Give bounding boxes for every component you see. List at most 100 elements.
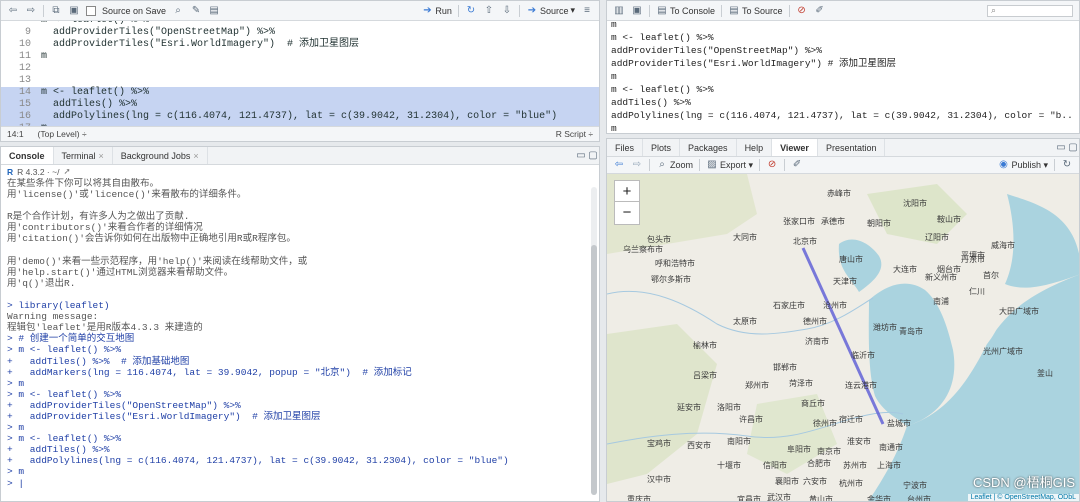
back-arrow-icon[interactable]: ⇦ bbox=[7, 5, 19, 17]
map-city-label: 宁波市 bbox=[903, 481, 927, 490]
history-entry[interactable]: m <- leaflet() %>% bbox=[611, 31, 1075, 44]
code-editor[interactable]: m <- leaflet() %>% 9 addProviderTiles("Op… bbox=[1, 21, 599, 129]
toolbar-divider bbox=[43, 4, 44, 17]
history-entry[interactable]: m bbox=[611, 18, 1075, 31]
history-entry[interactable]: addProviderTiles("Esri.WorldImagery") # … bbox=[611, 57, 1075, 70]
compile-report-icon[interactable]: ▤ bbox=[208, 5, 220, 17]
wand-icon[interactable]: ✎ bbox=[190, 5, 202, 17]
history-search-input[interactable]: ⌕ bbox=[987, 4, 1073, 17]
down-icon[interactable]: ⇩ bbox=[501, 5, 513, 17]
re-run-icon[interactable]: ↻ bbox=[465, 5, 477, 17]
map-city-label: 盐城市 bbox=[887, 419, 911, 428]
source-on-save-checkbox[interactable] bbox=[86, 5, 96, 16]
export-label: Export ▾ bbox=[720, 159, 754, 170]
console-line: Warning message: bbox=[7, 311, 99, 323]
back-arrow-icon[interactable]: ⇦ bbox=[613, 159, 625, 171]
close-icon[interactable]: × bbox=[193, 151, 198, 161]
tab-packages[interactable]: Packages bbox=[680, 139, 737, 156]
code-line[interactable]: 11 m bbox=[1, 51, 599, 63]
tab-help[interactable]: Help bbox=[737, 139, 773, 156]
forward-arrow-icon[interactable]: ⇨ bbox=[631, 159, 643, 171]
source-button[interactable]: ➔ Source ▾ bbox=[526, 5, 575, 17]
console-line: > # 创建一个简单的交互地图 bbox=[7, 333, 135, 345]
history-entry[interactable]: addPolylines(lng = c(116.4074, 121.4737)… bbox=[611, 109, 1075, 122]
map-city-label: 襄阳市 bbox=[775, 477, 799, 486]
code-line[interactable]: 14 m <- leaflet() %>% bbox=[1, 87, 599, 99]
map-city-label: 黄山市 bbox=[809, 495, 833, 501]
tab-terminal[interactable]: Terminal × bbox=[54, 147, 113, 164]
map-city-label: 台州市 bbox=[907, 495, 931, 501]
console-scroll-thumb[interactable] bbox=[591, 245, 597, 495]
code-line[interactable]: 10 addProviderTiles("Esri.WorldImagery")… bbox=[1, 39, 599, 51]
publish-button[interactable]: ◉ Publish ▾ bbox=[997, 159, 1048, 171]
save-history-icon[interactable]: ▣ bbox=[631, 5, 643, 17]
tab-viewer[interactable]: Viewer bbox=[772, 139, 818, 156]
history-entry[interactable]: m bbox=[611, 122, 1075, 133]
zoom-button[interactable]: ⌕ Zoom bbox=[656, 159, 693, 171]
refresh-icon[interactable]: ↻ bbox=[1061, 159, 1073, 171]
map-city-label: 新义州市 bbox=[925, 273, 957, 282]
broom-icon[interactable]: ✐ bbox=[791, 159, 803, 171]
history-list[interactable]: mm <- leaflet() %>% addProviderTiles("Ope… bbox=[611, 18, 1075, 133]
tab-console[interactable]: Console bbox=[1, 147, 54, 164]
tab-terminal-label: Terminal bbox=[61, 150, 96, 161]
map-city-label: 淮安市 bbox=[847, 437, 871, 446]
map-city-label: 南京市 bbox=[817, 447, 841, 456]
publish-icon: ◉ bbox=[999, 159, 1008, 170]
history-entry[interactable]: m bbox=[611, 70, 1075, 83]
toolbar-divider bbox=[784, 159, 786, 171]
forward-arrow-icon[interactable]: ⇨ bbox=[25, 5, 37, 17]
tab-presentation[interactable]: Presentation bbox=[818, 139, 886, 156]
save-icon[interactable]: ▣ bbox=[68, 5, 80, 17]
history-entry[interactable]: m <- leaflet() %>% bbox=[611, 83, 1075, 96]
map-city-label: 大田广域市 bbox=[999, 307, 1039, 316]
export-button[interactable]: ▨ Export ▾ bbox=[706, 159, 753, 171]
show-in-window-icon[interactable]: ⧉ bbox=[50, 5, 62, 17]
go-to-directory-icon[interactable]: ➚ bbox=[63, 166, 70, 177]
remove-icon[interactable]: ⊘ bbox=[796, 5, 808, 17]
maximize-icon[interactable]: ▢ bbox=[587, 150, 599, 162]
attribution-leaflet-link[interactable]: Leaflet bbox=[971, 494, 992, 501]
load-history-icon[interactable]: ▥ bbox=[613, 5, 625, 17]
code-line[interactable]: 13 bbox=[1, 75, 599, 87]
tab-background-jobs[interactable]: Background Jobs × bbox=[113, 147, 208, 164]
file-type-selector[interactable]: R Script ÷ bbox=[556, 129, 593, 139]
code-line[interactable]: 9 addProviderTiles("OpenStreetMap") %>% bbox=[1, 27, 599, 39]
history-entry[interactable]: addProviderTiles("OpenStreetMap") %>% bbox=[611, 44, 1075, 57]
minimize-icon[interactable]: ▭ bbox=[575, 150, 587, 162]
close-icon[interactable]: × bbox=[99, 151, 104, 161]
map-city-label: 杭州市 bbox=[839, 479, 863, 488]
code-line[interactable]: 15 addTiles() %>% bbox=[1, 99, 599, 111]
code-line[interactable]: 16 addPolylines(lng = c(116.4074, 121.47… bbox=[1, 111, 599, 123]
source-on-save-label: Source on Save bbox=[102, 5, 167, 16]
minimize-icon[interactable]: ▭ bbox=[1055, 142, 1067, 154]
run-button[interactable]: ➔ Run bbox=[421, 5, 452, 17]
tab-files[interactable]: Files bbox=[607, 139, 644, 156]
remove-icon[interactable]: ⊘ bbox=[766, 159, 778, 171]
to-source-button[interactable]: ▤ To Source bbox=[728, 5, 782, 17]
map-city-label: 太原市 bbox=[733, 317, 757, 326]
to-console-button[interactable]: ▤ To Console bbox=[656, 5, 715, 17]
search-icon[interactable]: ⌕ bbox=[172, 5, 184, 17]
outline-icon[interactable]: ≡ bbox=[581, 5, 593, 17]
line-number: 12 bbox=[18, 63, 31, 74]
code-line[interactable]: 12 bbox=[1, 63, 599, 75]
console-line: + addProviderTiles("OpenStreetMap") %>% bbox=[7, 399, 241, 411]
zoom-out-button[interactable]: − bbox=[614, 201, 640, 225]
broom-icon[interactable]: ✐ bbox=[814, 5, 826, 17]
scope-selector[interactable]: (Top Level) ÷ bbox=[38, 129, 87, 139]
map-city-label: 鄂尔多斯市 bbox=[651, 275, 691, 284]
leaflet-map[interactable]: 赤峰市 沈阳市 张家口市 承德市 朝阳市 鞍山市 辽阳市 大同市 北京市 唐山市 大连市 丹东市 乌兰察… bbox=[607, 174, 1079, 501]
attribution-osm[interactable]: | © OpenStreetMap, ODbL bbox=[992, 494, 1076, 501]
line-number: 15 bbox=[18, 99, 31, 110]
tab-plots[interactable]: Plots bbox=[643, 139, 681, 156]
map-city-label: 南通市 bbox=[879, 443, 903, 452]
console-scrollbar[interactable] bbox=[591, 187, 597, 495]
console-pane: Console Terminal × Background Jobs × ▭ ▢ R… bbox=[0, 146, 600, 502]
up-icon[interactable]: ⇧ bbox=[483, 5, 495, 17]
map-city-label: 北京市 bbox=[793, 237, 817, 246]
maximize-icon[interactable]: ▢ bbox=[1067, 142, 1079, 154]
history-entry[interactable]: addTiles() %>% bbox=[611, 96, 1075, 109]
console-output[interactable]: 在某些条件下你可以将其自由散布。 用'license()'或'licence()'… bbox=[7, 178, 585, 499]
